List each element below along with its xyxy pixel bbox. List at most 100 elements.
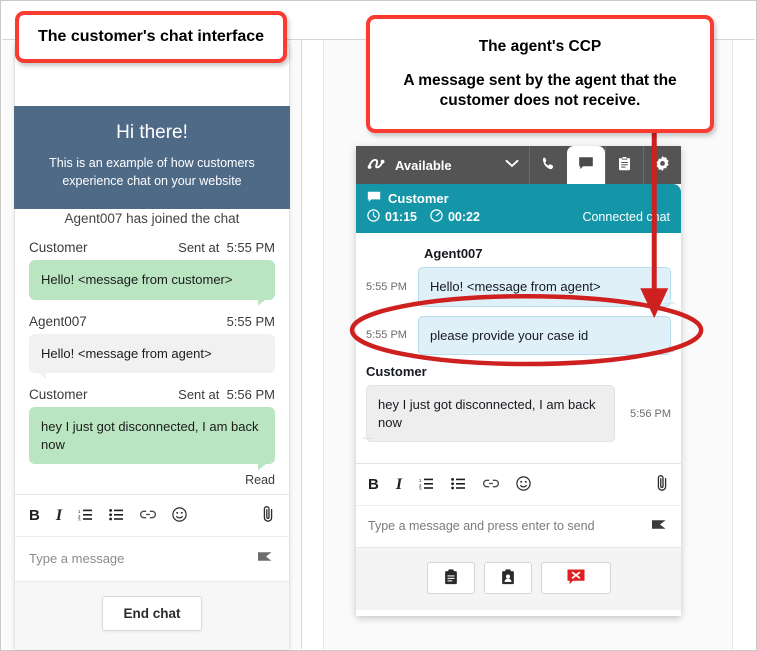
chat-icon	[367, 191, 381, 206]
message-time: Sent at 5:55 PM	[178, 240, 275, 255]
message-text: Hello! <message from customer>	[41, 272, 232, 287]
bold-icon[interactable]: B	[29, 508, 40, 523]
ordered-list-icon[interactable]: 123	[78, 508, 93, 524]
ccp-message-text: hey I just got disconnected, I am back n…	[378, 397, 596, 430]
connect-timer: 01:15	[367, 209, 417, 225]
link-icon[interactable]	[140, 508, 156, 523]
customer-composer: B I 123	[15, 494, 289, 649]
paperclip-icon[interactable]	[262, 505, 275, 526]
svg-text:3: 3	[78, 517, 81, 521]
agent-status-label: Available	[395, 158, 452, 173]
ccp-message-input[interactable]: Type a message and press enter to send	[356, 505, 681, 547]
tab-settings[interactable]	[643, 146, 681, 184]
message-sender: Customer	[29, 240, 88, 255]
ccp-message-time: 5:55 PM	[366, 329, 418, 341]
ccp-message-time: 5:56 PM	[615, 408, 671, 420]
tab-phone[interactable]	[529, 146, 567, 184]
clipboard-icon	[618, 156, 631, 174]
connect-timer-value: 01:15	[385, 210, 417, 224]
ccp-message-text: Hello! <message from agent>	[430, 279, 601, 294]
svg-text:3: 3	[419, 486, 422, 490]
send-icon[interactable]	[257, 550, 275, 567]
customer-format-toolbar: B I 123	[15, 494, 289, 536]
message-sender: Agent007	[29, 314, 87, 329]
callout-customer-interface: The customer's chat interface	[15, 11, 287, 63]
ccp-format-toolbar: B I 123	[356, 463, 681, 505]
message-bubble-customer: Hello! <message from customer>	[29, 260, 275, 300]
ccp-message-row: hey I just got disconnected, I am back n…	[366, 385, 671, 442]
bullet-list-icon[interactable]	[109, 508, 124, 524]
contact-card-icon	[501, 569, 515, 588]
contact-name: Customer	[388, 191, 449, 206]
ccp-message-log[interactable]: Agent007 5:55 PM Hello! <message from ag…	[356, 233, 681, 463]
end-chat-button[interactable]	[541, 562, 611, 594]
send-icon[interactable]	[651, 518, 669, 534]
message-text: hey I just got disconnected, I am back n…	[41, 419, 259, 452]
ccp-bubble-outgoing: Hello! <message from agent>	[418, 267, 671, 307]
ccp-contact-bar: Customer 01:15 00:22 Connected chat	[356, 184, 681, 233]
italic-icon[interactable]: I	[56, 508, 62, 524]
message-time: Sent at 5:56 PM	[178, 387, 275, 402]
ccp-message-row-highlighted: 5:55 PM please provide your case id	[366, 316, 671, 356]
page-root: chat with an agent. Agent007 has joined …	[0, 0, 757, 651]
ccp-message-text: please provide your case id	[430, 328, 588, 343]
contact-timers-row: 01:15 00:22 Connected chat	[367, 209, 670, 225]
end-chat-icon	[566, 568, 586, 589]
customer-chat-column: chat with an agent. Agent007 has joined …	[2, 40, 302, 649]
message-bubble-customer: hey I just got disconnected, I am back n…	[29, 407, 275, 464]
message-text: Hello! <message from agent>	[41, 346, 212, 361]
contact-name-row: Customer	[367, 191, 670, 206]
hold-timer-value: 00:22	[448, 210, 480, 224]
paperclip-icon[interactable]	[656, 474, 669, 495]
emoji-icon[interactable]	[516, 476, 531, 494]
message-bubble-agent: Hello! <message from agent>	[29, 334, 275, 374]
tab-chat[interactable]	[567, 146, 605, 184]
clipboard-icon	[444, 569, 458, 588]
bullet-list-icon[interactable]	[451, 477, 466, 493]
end-chat-button[interactable]: End chat	[102, 596, 201, 631]
stopwatch-icon	[430, 209, 443, 225]
chat-icon	[578, 156, 594, 174]
italic-icon[interactable]: I	[396, 477, 402, 493]
agent-status-selector[interactable]: Available	[356, 146, 529, 184]
contact-attributes-button[interactable]	[484, 562, 532, 594]
bold-icon[interactable]: B	[368, 477, 379, 492]
ccp-speaker-name: Agent007	[366, 246, 671, 261]
ccp-top-bar: Available	[356, 146, 681, 184]
system-join-message: Agent007 has joined the chat	[29, 211, 275, 226]
hold-timer: 00:22	[430, 209, 480, 225]
connect-logo-icon	[367, 157, 386, 174]
customer-message-input[interactable]: Type a message	[15, 536, 289, 581]
callout-right-body: A message sent by the agent that the cus…	[380, 71, 700, 111]
tab-quick-connects[interactable]	[605, 146, 643, 184]
quick-responses-button[interactable]	[427, 562, 475, 594]
read-receipt: Read	[29, 473, 275, 487]
ordered-list-icon[interactable]: 123	[419, 477, 434, 493]
chat-header-title: Hi there!	[32, 122, 272, 144]
end-chat-area: End chat	[15, 581, 289, 649]
message-meta: Agent007 5:55 PM	[29, 314, 275, 329]
clock-icon	[367, 209, 380, 225]
ccp-bubble-outgoing: please provide your case id	[418, 316, 671, 356]
ccp-action-bar	[356, 547, 681, 610]
ccp-speaker-name: Customer	[366, 364, 671, 379]
contact-state: Connected chat	[582, 210, 670, 224]
chevron-down-icon[interactable]	[505, 159, 519, 171]
chat-header-subtitle: This is an example of how customers expe…	[32, 154, 272, 190]
phone-icon	[541, 156, 556, 174]
ccp-bubble-incoming: hey I just got disconnected, I am back n…	[366, 385, 615, 442]
customer-chat-header: Hi there! This is an example of how cust…	[14, 106, 290, 209]
message-meta: Customer Sent at 5:55 PM	[29, 240, 275, 255]
message-time: 5:55 PM	[227, 314, 275, 329]
link-icon[interactable]	[483, 477, 499, 492]
ccp-message-row: 5:55 PM Hello! <message from agent>	[366, 267, 671, 307]
ccp-tab-strip	[529, 146, 681, 184]
emoji-icon[interactable]	[172, 507, 187, 525]
ccp-message-time: 5:55 PM	[366, 281, 418, 293]
agent-ccp-panel: Available	[356, 146, 681, 616]
gear-icon	[655, 156, 670, 174]
message-meta: Customer Sent at 5:56 PM	[29, 387, 275, 402]
callout-left-text: The customer's chat interface	[38, 27, 264, 47]
input-placeholder: Type a message and press enter to send	[368, 519, 651, 533]
message-sender: Customer	[29, 387, 88, 402]
